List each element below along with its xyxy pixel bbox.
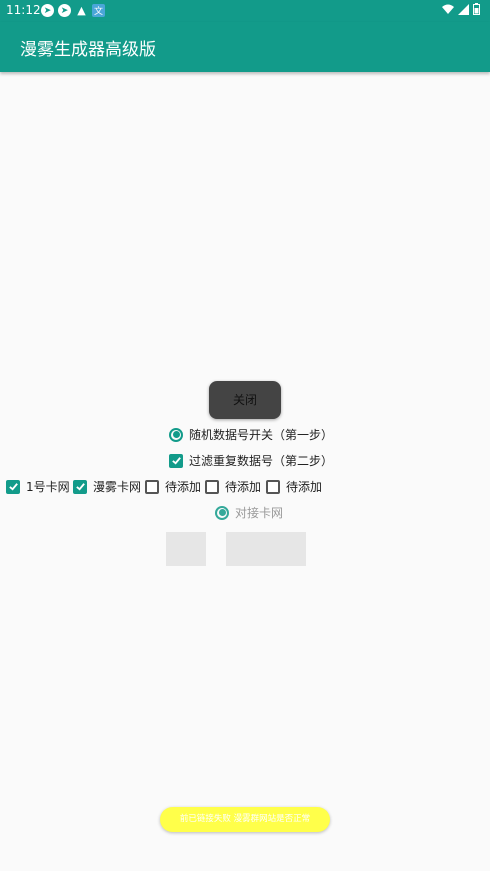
cat-icon: ▲ <box>77 4 86 17</box>
card-site-label: 漫雾卡网 <box>93 480 142 494</box>
app-title: 漫雾生成器高级版 <box>20 40 156 60</box>
card-site-label: 待添加 <box>165 480 202 494</box>
card-site-checkbox-4[interactable]: 待添加 <box>205 478 261 495</box>
random-data-label: 随机数据号开关（第一步） <box>189 428 334 442</box>
telegram-icon: ➤ <box>41 4 54 17</box>
battery-icon <box>473 3 480 15</box>
checkbox-checked-icon[interactable] <box>73 479 87 494</box>
radio-indicator[interactable] <box>169 427 183 442</box>
placeholder-box[interactable] <box>226 532 306 566</box>
telegram-icon: ➤ <box>58 4 71 17</box>
checkbox-checked-icon[interactable] <box>169 453 183 468</box>
wifi-icon <box>442 4 454 14</box>
dock-card-site-radio[interactable]: 对接卡网 <box>215 504 283 521</box>
dock-card-site-label: 对接卡网 <box>235 506 284 520</box>
card-site-checkbox-2[interactable]: 漫雾卡网 <box>73 478 141 495</box>
checkbox-unchecked-icon[interactable] <box>205 479 219 494</box>
app-toolbar: 漫雾生成器高级版 <box>0 22 490 72</box>
filter-duplicates-label: 过滤重复数据号（第二步） <box>189 454 334 468</box>
checkbox-unchecked-icon[interactable] <box>145 479 159 494</box>
system-icons <box>442 3 480 15</box>
notification-icons: ➤ ➤ ▲ 文 <box>41 4 105 17</box>
card-site-label: 待添加 <box>286 480 323 494</box>
status-bar: 11:12 ➤ ➤ ▲ 文 <box>0 0 490 22</box>
radio-indicator[interactable] <box>215 505 229 520</box>
close-button[interactable]: 关闭 <box>209 381 281 419</box>
checkbox-checked-icon[interactable] <box>6 479 20 494</box>
translate-icon: 文 <box>92 4 105 17</box>
signal-icon <box>458 3 469 15</box>
card-site-label: 待添加 <box>225 480 262 494</box>
card-site-label: 1号卡网 <box>26 480 70 494</box>
filter-duplicates-checkbox[interactable]: 过滤重复数据号（第二步） <box>169 452 333 469</box>
clock: 11:12 <box>6 3 41 17</box>
card-site-checkbox-1[interactable]: 1号卡网 <box>6 478 70 495</box>
placeholder-box[interactable] <box>166 532 206 566</box>
toast-message: 前已链接失败 漫雾群网站是否正常 <box>160 807 330 832</box>
card-site-checkbox-3[interactable]: 待添加 <box>145 478 201 495</box>
card-site-checkbox-5[interactable]: 待添加 <box>266 478 322 495</box>
random-data-radio[interactable]: 随机数据号开关（第一步） <box>169 426 333 443</box>
checkbox-unchecked-icon[interactable] <box>266 479 280 494</box>
